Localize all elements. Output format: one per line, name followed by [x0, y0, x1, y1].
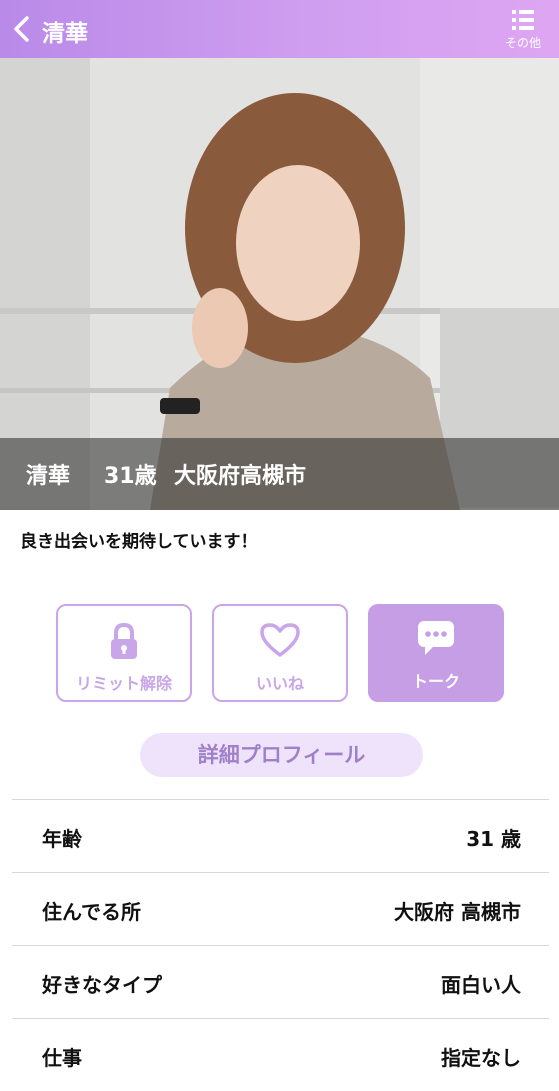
detail-key: 住んでる所 [42, 900, 141, 924]
talk-button[interactable]: トーク [368, 604, 504, 702]
more-menu-label: その他 [504, 36, 541, 50]
back-button[interactable] [6, 8, 44, 48]
detail-row-age: 年齢 31 歳 [12, 799, 549, 872]
app-header: 清華 その他 [0, 0, 559, 58]
more-menu-button[interactable]: その他 [499, 6, 547, 54]
like-button[interactable]: いいね [212, 604, 348, 702]
profile-location: 大阪府高槻市 [174, 464, 307, 489]
like-label: いいね [255, 674, 304, 693]
talk-label: トーク [411, 672, 460, 691]
detail-key: 仕事 [42, 1046, 82, 1070]
list-menu-icon [512, 10, 534, 30]
profile-photo: 清華 31歳 大阪府高槻市 [0, 58, 559, 510]
detail-key: 好きなタイプ [42, 973, 162, 997]
detail-row-job: 仕事 指定なし [12, 1018, 549, 1091]
profile-message: 良き出会いを期待しています！ [20, 532, 258, 552]
chat-bubble-icon [418, 621, 454, 655]
limit-release-label: リミット解除 [75, 674, 172, 693]
page-title: 清華 [42, 21, 88, 47]
profile-age: 31歳 [104, 464, 157, 489]
detail-profile-button[interactable]: 詳細プロフィール [140, 733, 423, 777]
detail-key: 年齢 [42, 827, 82, 851]
chevron-left-icon [14, 16, 29, 42]
heart-icon [260, 623, 300, 657]
detail-value: 31 歳 [466, 827, 521, 851]
detail-value: 大阪府 高槻市 [394, 900, 521, 924]
detail-value: 指定なし [441, 1046, 521, 1070]
lock-icon [111, 622, 137, 659]
limit-release-button[interactable]: リミット解除 [56, 604, 192, 702]
profile-caption: 清華 31歳 大阪府高槻市 [0, 438, 559, 510]
detail-row-residence: 住んでる所 大阪府 高槻市 [12, 872, 549, 945]
detail-row-type: 好きなタイプ 面白い人 [12, 945, 549, 1018]
detail-value: 面白い人 [441, 973, 521, 997]
profile-name: 清華 [26, 464, 71, 489]
